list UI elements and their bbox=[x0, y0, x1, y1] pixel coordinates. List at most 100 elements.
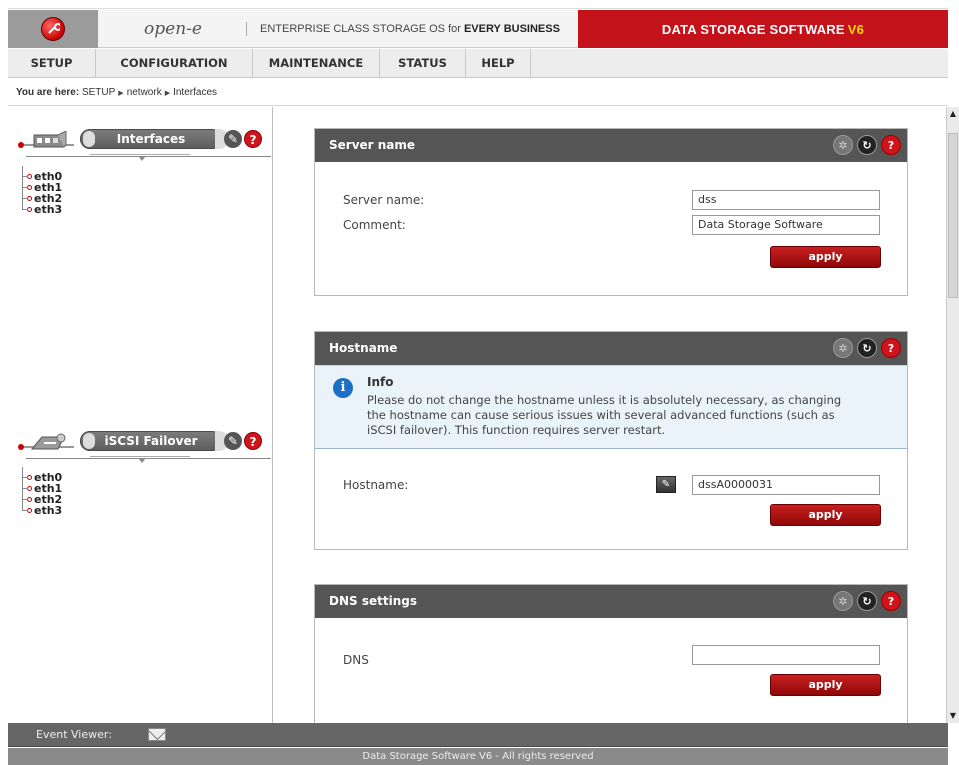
interfaces-title: Interfaces bbox=[80, 129, 222, 149]
mail-icon[interactable] bbox=[148, 728, 166, 741]
panel-title-text: Server name bbox=[329, 138, 416, 152]
app-header: open-e ENTERPRISE CLASS STORAGE OS for E… bbox=[8, 10, 948, 48]
menu-help[interactable]: HELP bbox=[466, 49, 531, 78]
tree-item-eth3[interactable]: eth3 bbox=[22, 500, 63, 517]
panel-icons: ✲ ↻ ? bbox=[833, 591, 901, 611]
tree-item-label: eth3 bbox=[34, 504, 63, 517]
tagline-prefix: ENTERPRISE CLASS STORAGE OS for bbox=[260, 23, 464, 35]
panel-title-text: Hostname bbox=[329, 341, 398, 355]
footer: Data Storage Software V6 - All rights re… bbox=[8, 748, 948, 765]
main-content: Server name ✲ ↻ ? Server name: dss Comme… bbox=[274, 107, 946, 723]
interfaces-tree: eth0 eth1 eth2 eth3 bbox=[22, 166, 63, 216]
node-icon bbox=[27, 497, 32, 502]
left-sidebar: Interfaces ✎ ? eth0 eth1 eth2 eth3 iSCSI… bbox=[8, 107, 273, 723]
comment-input[interactable]: Data Storage Software bbox=[692, 215, 880, 235]
panel-icons: ✲ ↻ ? bbox=[833, 338, 901, 358]
node-icon bbox=[27, 486, 32, 491]
tree-item-eth3[interactable]: eth3 bbox=[22, 199, 63, 216]
menu-setup[interactable]: SETUP bbox=[8, 49, 96, 78]
panel-title-text: DNS settings bbox=[329, 594, 417, 608]
failover-tree: eth0 eth1 eth2 eth3 bbox=[22, 467, 63, 517]
breadcrumb-interfaces[interactable]: Interfaces bbox=[173, 87, 217, 98]
scroll-down-icon[interactable]: ▼ bbox=[947, 709, 959, 723]
failover-tree-header: iSCSI Failover ✎ ? bbox=[8, 409, 273, 463]
event-viewer-label: Event Viewer: bbox=[36, 728, 112, 741]
info-box: i Info Please do not change the hostname… bbox=[315, 365, 907, 449]
dns-label: DNS bbox=[343, 653, 369, 667]
tagline-bold: EVERY BUSINESS bbox=[463, 23, 560, 35]
node-icon bbox=[27, 196, 32, 201]
hostname-input[interactable]: dssA0000031 bbox=[692, 475, 880, 495]
dns-input[interactable] bbox=[692, 645, 880, 665]
divider bbox=[26, 458, 271, 459]
info-icon: i bbox=[333, 378, 353, 398]
chevron-down-icon bbox=[139, 157, 145, 161]
breadcrumb-arrow-icon: ▶ bbox=[164, 90, 171, 97]
info-title: Info bbox=[367, 375, 394, 389]
scroll-thumb[interactable] bbox=[948, 133, 958, 298]
menu-configuration[interactable]: CONFIGURATION bbox=[96, 49, 253, 78]
breadcrumb-setup[interactable]: SETUP bbox=[82, 87, 115, 98]
comment-label: Comment: bbox=[343, 218, 406, 232]
apply-button[interactable]: apply bbox=[770, 246, 881, 268]
divider bbox=[90, 154, 190, 155]
failover-title: iSCSI Failover bbox=[80, 431, 222, 451]
wrench-icon[interactable]: ✎ bbox=[224, 130, 242, 148]
panel-title: Server name ✲ ↻ ? bbox=[315, 129, 907, 162]
menu-status[interactable]: STATUS bbox=[380, 49, 466, 78]
divider bbox=[26, 156, 271, 157]
main-menu: SETUP CONFIGURATION MAINTENANCE STATUS H… bbox=[8, 49, 948, 78]
product-title: DATA STORAGE SOFTWARE V6 bbox=[578, 10, 948, 48]
breadcrumb-arrow-icon: ▶ bbox=[118, 90, 124, 97]
divider bbox=[90, 456, 190, 457]
refresh-icon[interactable]: ↻ bbox=[857, 338, 877, 358]
gear-icon[interactable]: ✲ bbox=[833, 591, 853, 611]
tree-item-label: eth3 bbox=[34, 203, 63, 216]
refresh-icon[interactable]: ↻ bbox=[857, 591, 877, 611]
help-icon[interactable]: ? bbox=[881, 591, 901, 611]
help-icon[interactable]: ? bbox=[881, 338, 901, 358]
refresh-icon[interactable]: ↻ bbox=[857, 135, 877, 155]
breadcrumb: You are here: SETUP ▶ network ▶ Interfaces bbox=[8, 79, 948, 106]
help-icon[interactable]: ? bbox=[881, 135, 901, 155]
help-icon[interactable]: ? bbox=[244, 130, 262, 148]
node-icon bbox=[27, 475, 32, 480]
node-icon bbox=[27, 174, 32, 179]
top-border bbox=[8, 8, 948, 9]
dns-panel: DNS settings ✲ ↻ ? DNS apply bbox=[314, 584, 908, 723]
breadcrumb-network[interactable]: network bbox=[127, 87, 162, 98]
server-name-panel: Server name ✲ ↻ ? Server name: dss Comme… bbox=[314, 128, 908, 296]
gear-icon[interactable]: ✲ bbox=[833, 135, 853, 155]
wrench-icon[interactable]: ✎ bbox=[224, 432, 242, 450]
chevron-down-icon bbox=[139, 459, 145, 463]
panel-icons: ✲ ↻ ? bbox=[833, 135, 901, 155]
breadcrumb-prefix: You are here: bbox=[16, 87, 80, 98]
apply-button[interactable]: apply bbox=[770, 504, 881, 526]
interfaces-tree-header: Interfaces ✎ ? bbox=[8, 107, 273, 161]
logo[interactable] bbox=[8, 10, 98, 48]
menu-maintenance[interactable]: MAINTENANCE bbox=[253, 49, 380, 78]
hostname-panel: Hostname ✲ ↻ ? i Info Please do not chan… bbox=[314, 331, 908, 550]
product-version: V6 bbox=[847, 21, 865, 37]
scroll-up-icon[interactable]: ▲ bbox=[947, 107, 959, 121]
hostname-label: Hostname: bbox=[343, 478, 409, 492]
node-icon bbox=[27, 508, 32, 513]
event-viewer-bar: Event Viewer: bbox=[8, 723, 948, 747]
info-text: Please do not change the hostname unless… bbox=[367, 393, 842, 437]
server-name-label: Server name: bbox=[343, 193, 425, 207]
product-name: DATA STORAGE SOFTWARE bbox=[661, 21, 845, 37]
node-icon bbox=[27, 207, 32, 212]
apply-button[interactable]: apply bbox=[770, 674, 881, 696]
brand-name: open-e bbox=[144, 19, 202, 39]
vertical-scrollbar[interactable]: ▲ ▼ bbox=[946, 107, 959, 723]
node-icon bbox=[27, 185, 32, 190]
edit-icon[interactable]: ✎ bbox=[656, 476, 676, 493]
wrench-logo-icon bbox=[41, 17, 65, 41]
panel-title: DNS settings ✲ ↻ ? bbox=[315, 585, 907, 618]
failover-device-icon bbox=[30, 433, 66, 450]
server-name-input[interactable]: dss bbox=[692, 190, 880, 210]
gear-icon[interactable]: ✲ bbox=[833, 338, 853, 358]
tagline: ENTERPRISE CLASS STORAGE OS for EVERY BU… bbox=[260, 10, 560, 48]
network-device-icon bbox=[33, 131, 67, 148]
help-icon[interactable]: ? bbox=[244, 432, 262, 450]
